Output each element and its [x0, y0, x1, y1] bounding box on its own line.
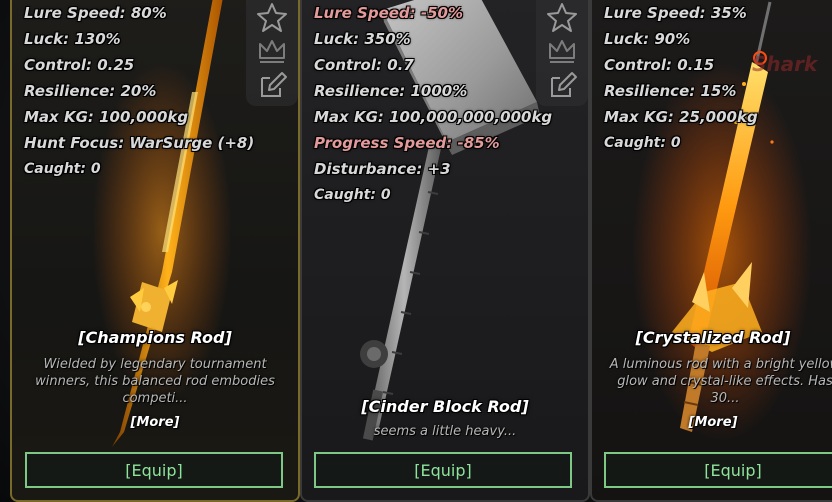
stat-luck: Luck: 350% — [314, 30, 411, 48]
rod-description: seems a little heavy... — [373, 424, 517, 439]
rod-inventory: Lure Speed: 80% Luck: 130% Control: 0.25… — [0, 0, 832, 502]
rod-description: Wielded by legendary tournament winners,… — [35, 357, 275, 406]
stat-luck: Luck: 130% — [24, 30, 121, 48]
stat-resilience: Resilience: 15% — [604, 82, 737, 100]
rod-stats: Lure Speed: 35% Luck: 90% Control: 0.15 … — [604, 0, 758, 156]
stat-control: Control: 0.25 — [24, 56, 135, 74]
stat-caught: Caught: 0 — [314, 187, 391, 203]
stat-progress-speed: Progress Speed: -85% — [314, 134, 500, 152]
stat-hunt-focus: Hunt Focus: WarSurge (+8) — [24, 134, 255, 152]
rod-stats: Lure Speed: -50% Luck: 350% Control: 0.7… — [314, 0, 552, 208]
stat-max-kg: Max KG: 25,000kg — [604, 108, 758, 126]
stat-luck: Luck: 90% — [604, 30, 691, 48]
stat-control: Control: 0.15 — [604, 56, 715, 74]
more-link[interactable]: [More] — [592, 415, 832, 430]
equip-button[interactable]: [Equip] — [604, 452, 832, 488]
rod-card-cinder-block[interactable]: Lure Speed: -50% Luck: 350% Control: 0.7… — [300, 0, 590, 502]
stat-lure-speed: Lure Speed: -50% — [314, 4, 464, 22]
rod-name: [Champions Rod] — [78, 328, 232, 347]
rod-description: A luminous rod with a bright yellow glow… — [609, 357, 832, 406]
crown-icon[interactable] — [256, 36, 288, 66]
equip-button[interactable]: [Equip] — [25, 452, 283, 488]
star-icon[interactable] — [256, 2, 288, 32]
stat-lure-speed: Lure Speed: 80% — [24, 4, 167, 22]
stat-disturbance: Disturbance: +3 — [314, 160, 451, 178]
edit-icon[interactable] — [256, 70, 288, 100]
more-link[interactable]: [More] — [12, 415, 298, 430]
stat-control: Control: 0.7 — [314, 56, 414, 74]
equip-button[interactable]: [Equip] — [314, 452, 572, 488]
rod-name: [Cinder Block Rod] — [361, 397, 529, 416]
stat-lure-speed: Lure Speed: 35% — [604, 4, 747, 22]
stat-caught: Caught: 0 — [24, 161, 101, 177]
stat-resilience: Resilience: 1000% — [314, 82, 468, 100]
stat-caught: Caught: 0 — [604, 135, 681, 151]
rod-name: [Crystalized Rod] — [635, 328, 791, 347]
rod-stats: Lure Speed: 80% Luck: 130% Control: 0.25… — [24, 0, 254, 182]
rod-card-champions[interactable]: Lure Speed: 80% Luck: 130% Control: 0.25… — [10, 0, 300, 502]
background-text: Shark — [752, 52, 818, 76]
stat-resilience: Resilience: 20% — [24, 82, 157, 100]
stat-max-kg: Max KG: 100,000,000,000kg — [314, 108, 553, 126]
stat-max-kg: Max KG: 100,000kg — [24, 108, 189, 126]
